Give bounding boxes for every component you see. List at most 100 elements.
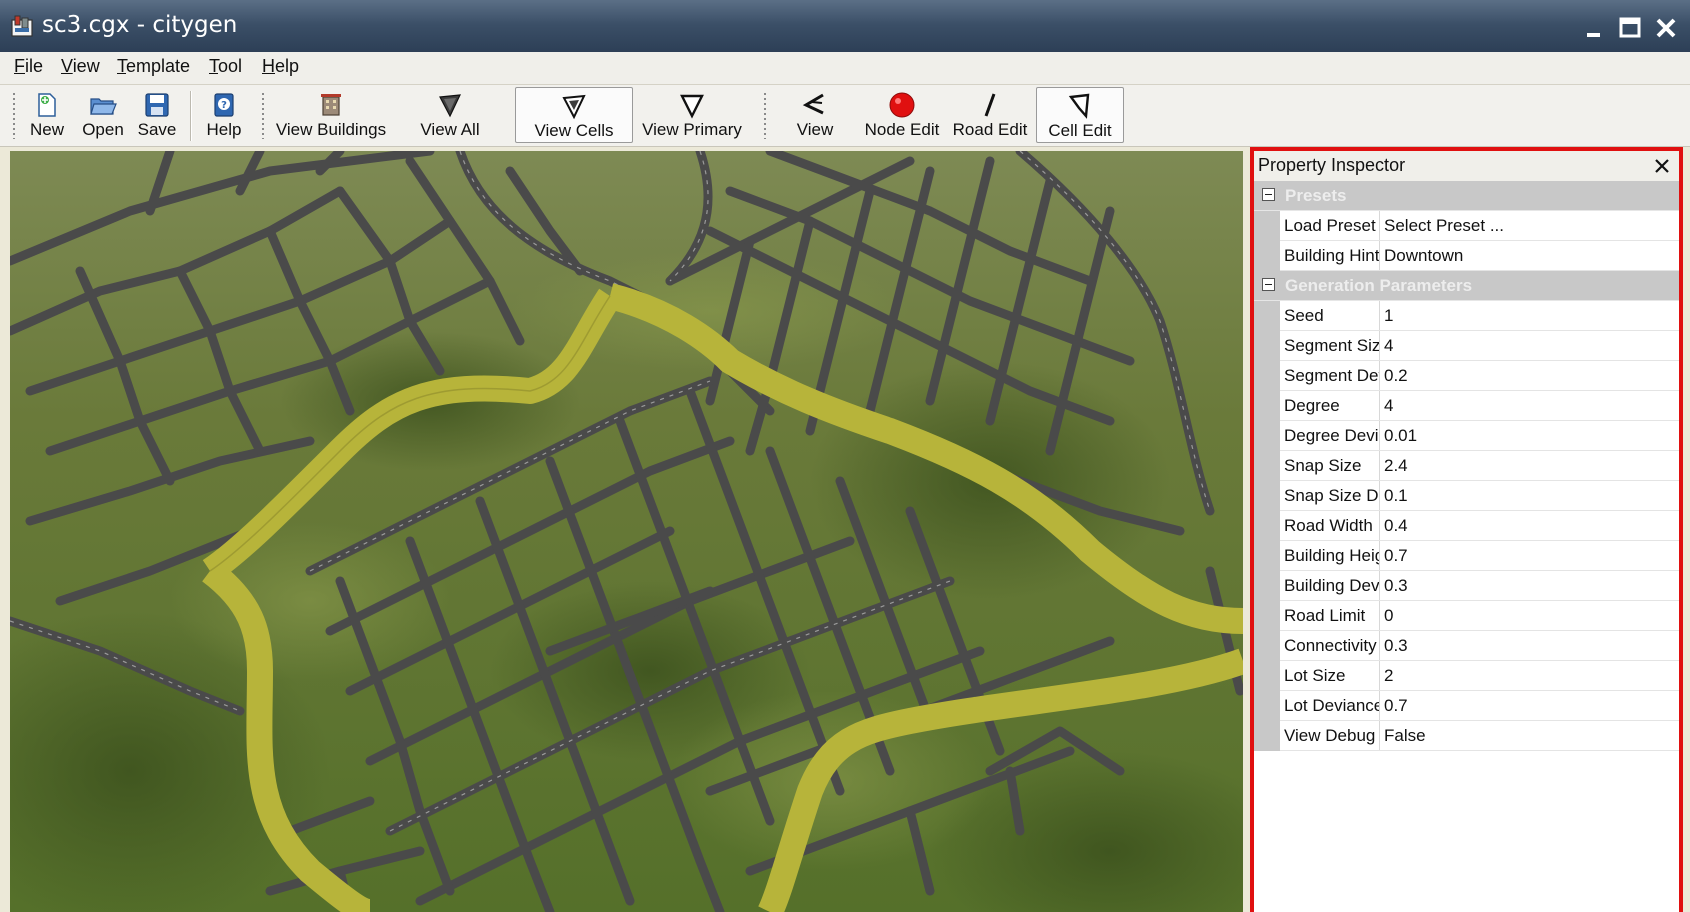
minimize-icon [1587,33,1600,37]
property-value[interactable]: 1 [1384,301,1674,330]
save-label: Save [137,120,177,139]
property-value[interactable]: Select Preset ... [1384,211,1674,240]
road-edit-button[interactable]: Road Edit [950,87,1030,143]
category-label: Generation Parameters [1285,276,1473,295]
category-generation-parameters[interactable]: Generation Parameters [1254,271,1679,301]
property-name: Load Preset [1284,211,1380,240]
property-value[interactable]: 0.3 [1384,631,1674,660]
property-row-lot-deviance[interactable]: Lot Deviance 0.7 [1254,691,1679,721]
view-cells-label: View Cells [534,121,614,140]
window-title: sc3.cgx - citygen [42,12,238,38]
view-cells-button[interactable]: View Cells [515,87,633,143]
toolbar-separator [190,91,192,141]
menu-file[interactable]: File [14,56,43,77]
new-button[interactable]: New [26,87,68,143]
save-button[interactable]: Save [134,87,180,143]
property-name: Road Limit [1284,601,1380,630]
row-gutter [1254,721,1280,751]
menu-bar: File View Template Tool Help [0,52,1690,85]
property-row-load-preset[interactable]: Load Preset Select Preset ... [1254,211,1679,241]
row-gutter [1254,691,1280,721]
property-name: Snap Size [1284,451,1380,480]
property-row-degree-deviance[interactable]: Degree Deviance 0.01 [1254,421,1679,451]
view-all-button[interactable]: View All [412,87,488,143]
property-value[interactable]: 2 [1384,661,1674,690]
row-gutter [1254,661,1280,691]
property-value[interactable]: 0.01 [1384,421,1674,450]
menu-tool[interactable]: Tool [209,56,242,77]
new-label: New [29,120,64,139]
cell-edit-button[interactable]: Cell Edit [1036,87,1124,143]
property-row-degree[interactable]: Degree 4 [1254,391,1679,421]
property-row-seed[interactable]: Seed 1 [1254,301,1679,331]
collapse-toggle-icon[interactable] [1262,278,1275,291]
property-value[interactable]: 0.7 [1384,541,1674,570]
row-gutter [1254,541,1280,571]
property-row-building-deviance[interactable]: Building Deviance 0.3 [1254,571,1679,601]
property-inspector-title: Property Inspector [1258,155,1406,175]
property-value[interactable]: 2.4 [1384,451,1674,480]
property-row-segment-size[interactable]: Segment Size 4 [1254,331,1679,361]
node-edit-button[interactable]: Node Edit [861,87,943,143]
view-buildings-button[interactable]: View Buildings [272,87,390,143]
row-gutter [1254,301,1280,331]
property-row-snap-size-deviance[interactable]: Snap Size Deviance 0.1 [1254,481,1679,511]
property-name: Lot Deviance [1284,691,1380,720]
toolbar: New Open Save ? Help View Buildings View… [0,85,1690,147]
property-value[interactable]: 0.2 [1384,361,1674,390]
property-value[interactable]: 4 [1384,331,1674,360]
menu-template[interactable]: Template [117,56,190,77]
toolbar-grip[interactable] [262,93,264,139]
property-row-lot-size[interactable]: Lot Size 2 [1254,661,1679,691]
close-window-button[interactable] [1650,12,1682,44]
property-name: Building Hint [1284,241,1380,270]
property-value[interactable]: Downtown [1384,241,1674,270]
property-row-connectivity[interactable]: Connectivity 0.3 [1254,631,1679,661]
property-value[interactable]: 0.4 [1384,511,1674,540]
property-row-segment-deviance[interactable]: Segment Deviance 0.2 [1254,361,1679,391]
property-row-building-hint[interactable]: Building Hint Downtown [1254,241,1679,271]
toolbar-grip[interactable] [764,93,766,139]
view-tool-button[interactable]: View [786,87,844,143]
property-row-road-width[interactable]: Road Width 0.4 [1254,511,1679,541]
property-value[interactable]: False [1384,721,1674,750]
property-row-building-height[interactable]: Building Height 0.7 [1254,541,1679,571]
property-row-view-debug[interactable]: View Debug False [1254,721,1679,751]
property-name: Snap Size Deviance [1284,481,1380,510]
maximize-button[interactable] [1614,12,1646,44]
category-presets[interactable]: Presets [1254,181,1679,211]
property-name: Road Width [1284,511,1380,540]
property-value[interactable]: 0 [1384,601,1674,630]
title-bar[interactable]: sc3.cgx - citygen [0,0,1690,54]
minimize-button[interactable] [1578,12,1610,44]
property-name: Seed [1284,301,1380,330]
row-gutter [1254,631,1280,661]
cell-edit-label: Cell Edit [1048,121,1112,140]
open-button[interactable]: Open [79,87,127,143]
property-row-snap-size[interactable]: Snap Size 2.4 [1254,451,1679,481]
city-map-canvas[interactable] [10,151,1243,912]
menu-view[interactable]: View [61,56,100,77]
property-value[interactable]: 0.7 [1384,691,1674,720]
help-button[interactable]: ? Help [200,87,248,143]
buildings-icon [321,94,341,116]
menu-help[interactable]: Help [262,56,299,77]
toolbar-grip[interactable] [13,93,15,139]
property-inspector-header[interactable]: Property Inspector [1254,151,1679,182]
view-primary-button[interactable]: View Primary [638,87,746,143]
property-value[interactable]: 0.3 [1384,571,1674,600]
property-value[interactable]: 0.1 [1384,481,1674,510]
property-grid: Presets Load Preset Select Preset ... Bu… [1254,181,1679,751]
node-edit-label: Node Edit [864,120,940,139]
view-all-label: View All [420,120,480,139]
node-edit-icon [889,92,915,118]
close-panel-icon[interactable] [1651,155,1673,177]
property-row-road-limit[interactable]: Road Limit 0 [1254,601,1679,631]
3d-viewport[interactable] [10,151,1243,912]
row-gutter [1254,571,1280,601]
property-value[interactable]: 4 [1384,391,1674,420]
maximize-icon [1619,17,1641,38]
collapse-toggle-icon[interactable] [1262,188,1275,201]
property-name: Building Deviance [1284,571,1380,600]
property-inspector-panel: Property Inspector Presets Load Preset S… [1250,147,1683,912]
